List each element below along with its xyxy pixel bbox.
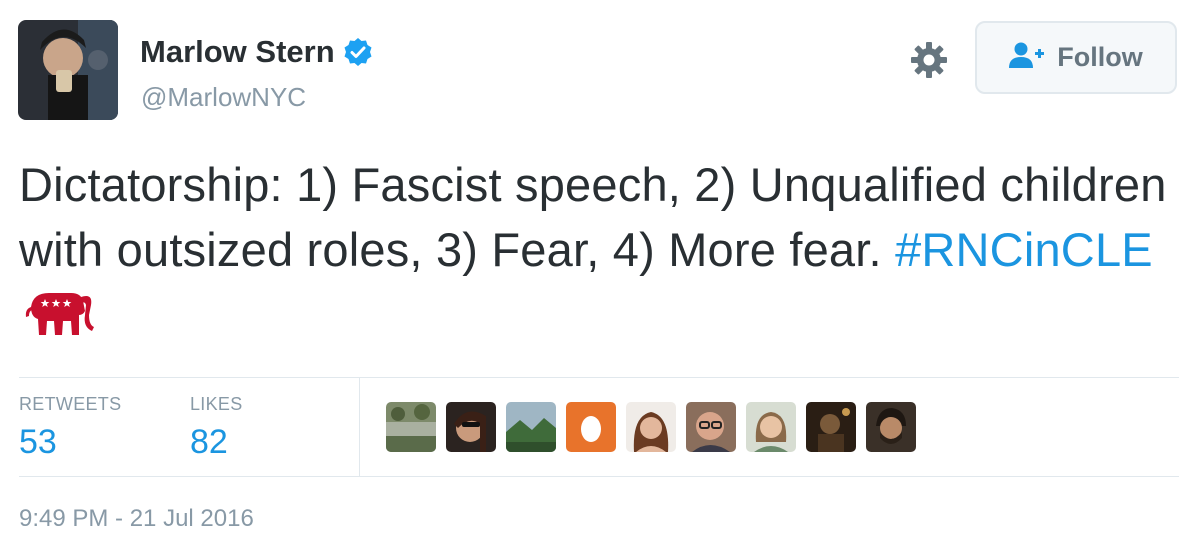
- liker-avatar[interactable]: [686, 402, 736, 452]
- add-user-icon: [1009, 41, 1045, 74]
- stats-vertical-divider: [359, 378, 360, 476]
- liker-avatar[interactable]: [806, 402, 856, 452]
- tweet-timestamp[interactable]: 9:49 PM - 21 Jul 2016: [19, 505, 254, 533]
- gop-elephant-icon: [23, 285, 95, 341]
- retweets-label: RETWEETS: [19, 394, 122, 414]
- stats-bottom-divider: [19, 476, 1179, 477]
- default-egg-avatar[interactable]: [566, 402, 616, 452]
- likes-stat[interactable]: LIKES 82: [190, 394, 243, 462]
- author-handle[interactable]: @MarlowNYC: [141, 82, 306, 113]
- liker-avatar[interactable]: [866, 402, 916, 452]
- likers-avatar-list: [386, 402, 916, 452]
- follow-button[interactable]: Follow: [975, 21, 1177, 94]
- author-name-row[interactable]: Marlow Stern: [140, 33, 373, 71]
- liker-avatar[interactable]: [746, 402, 796, 452]
- liker-avatar[interactable]: [506, 402, 556, 452]
- liker-avatar[interactable]: [386, 402, 436, 452]
- author-display-name[interactable]: Marlow Stern: [140, 33, 335, 71]
- retweets-stat[interactable]: RETWEETS 53: [19, 394, 121, 462]
- likes-label: LIKES: [190, 394, 243, 414]
- tweet-hashtag-link[interactable]: #RNCinCLE: [895, 223, 1153, 276]
- tweet-text: Dictatorship: 1) Fascist speech, 2) Unqu…: [19, 152, 1184, 347]
- stats-top-divider: [19, 377, 1179, 378]
- liker-avatar[interactable]: [626, 402, 676, 452]
- verified-badge-icon: [343, 37, 373, 67]
- retweets-count: 53: [19, 423, 57, 461]
- gear-icon[interactable]: [909, 40, 949, 80]
- avatar-photo: [18, 20, 118, 120]
- follow-button-label: Follow: [1057, 42, 1143, 72]
- author-avatar[interactable]: [18, 20, 118, 120]
- likes-count: 82: [190, 423, 228, 461]
- liker-avatar[interactable]: [446, 402, 496, 452]
